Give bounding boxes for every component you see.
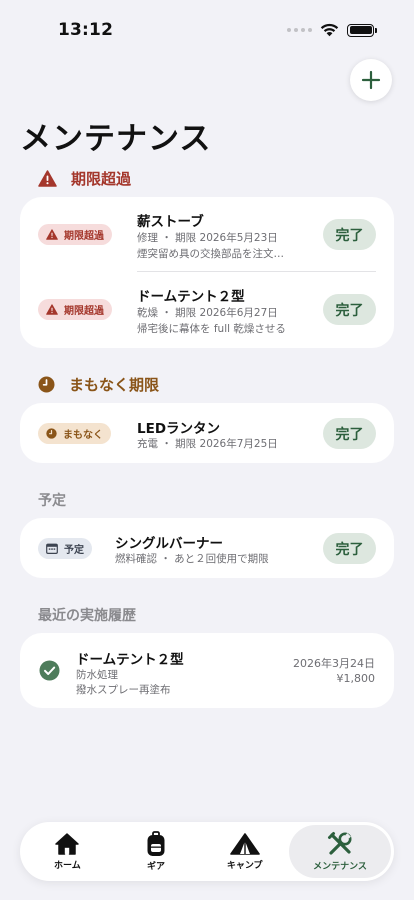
badge-label: まもなく — [63, 430, 103, 441]
overdue-card: 期限超過 薪ストーブ 修理 ・ 期限 2026年5月23日 煙突留め具の交換部品… — [20, 197, 394, 348]
item-note: 撥水スプレー再塗布 — [76, 684, 171, 696]
item-name: シングルバーナー — [115, 536, 223, 552]
tab-gear[interactable]: ギア — [112, 825, 201, 878]
list-item[interactable]: 予定 シングルバーナー 燃料確認 ・ あと２回使用で期限 完了 — [20, 518, 394, 578]
history-date: 2026年3月24日 — [293, 657, 375, 670]
status-badge: 予定 — [38, 538, 92, 559]
status-indicators — [287, 23, 377, 37]
section-title: 最近の実施履歴 — [38, 608, 136, 624]
page-title: メンテナンス — [20, 121, 212, 157]
section-title: 期限超過 — [71, 170, 132, 188]
done-button[interactable]: 完了 — [323, 418, 376, 449]
item-note: 煙突留め具の交換部品を注文… — [137, 248, 284, 260]
tab-bar: ホーム ギア キャンプ メンテナンス — [20, 822, 394, 881]
done-button[interactable]: 完了 — [323, 294, 376, 325]
backpack-icon — [147, 831, 165, 856]
tab-label: ホーム — [53, 861, 81, 871]
history-cost: ¥1,800 — [336, 672, 376, 685]
item-name: ドームテント２型 — [137, 289, 245, 305]
done-button[interactable]: 完了 — [323, 219, 376, 250]
tab-label: メンテナンス — [313, 862, 367, 872]
calendar-icon — [46, 543, 58, 554]
section-title: 予定 — [38, 493, 66, 509]
section-header-soon: まもなく期限 — [38, 374, 159, 395]
badge-label: 期限超過 — [64, 306, 104, 317]
tab-camp[interactable]: キャンプ — [200, 825, 289, 878]
history-meta: 2026年3月24日 ¥1,800 — [293, 656, 375, 686]
item-name: ドームテント２型 — [76, 652, 184, 668]
plus-icon — [361, 70, 381, 90]
badge-label: 期限超過 — [64, 231, 104, 242]
soon-card: まもなく LEDランタン 充電 ・ 期限 2026年7月25日 完了 — [20, 403, 394, 463]
planned-card: 予定 シングルバーナー 燃料確認 ・ あと２回使用で期限 完了 — [20, 518, 394, 578]
item-meta: 燃料確認 ・ あと２回使用で期限 — [115, 553, 269, 565]
signal-icon — [287, 28, 312, 32]
tab-label: ギア — [147, 862, 166, 872]
status-time: 13:12 — [58, 20, 114, 40]
tools-icon — [328, 832, 352, 855]
item-meta: 充電 ・ 期限 2026年7月25日 — [137, 438, 278, 450]
status-badge: 期限超過 — [38, 299, 112, 320]
house-icon — [55, 833, 80, 855]
status-bar: 13:12 — [0, 0, 414, 60]
battery-icon — [347, 23, 377, 37]
item-name: LEDランタン — [137, 421, 221, 437]
add-button[interactable] — [350, 59, 392, 101]
warning-icon — [38, 170, 57, 187]
item-meta: 防水処理 — [76, 669, 118, 681]
status-badge: 期限超過 — [38, 224, 112, 245]
badge-label: 予定 — [64, 545, 84, 556]
history-item[interactable]: ドームテント２型 防水処理 撥水スプレー再塗布 2026年3月24日 ¥1,80… — [20, 633, 394, 708]
list-item[interactable]: まもなく LEDランタン 充電 ・ 期限 2026年7月25日 完了 — [20, 403, 394, 463]
check-circle-icon — [39, 660, 60, 681]
section-header-planned: 予定 — [38, 490, 66, 510]
section-header-history: 最近の実施履歴 — [38, 605, 136, 625]
item-meta: 乾燥 ・ 期限 2026年6月27日 — [137, 307, 278, 319]
tab-home[interactable]: ホーム — [23, 825, 112, 878]
done-button[interactable]: 完了 — [323, 533, 376, 564]
clock-icon — [46, 428, 57, 439]
warning-icon — [46, 229, 58, 240]
warning-icon — [46, 304, 58, 315]
clock-icon — [38, 376, 55, 393]
item-name: 薪ストーブ — [137, 214, 204, 230]
list-item[interactable]: 期限超過 ドームテント２型 乾燥 ・ 期限 2026年6月27日 帰宅後に幕体を… — [20, 272, 394, 347]
tab-label: キャンプ — [226, 861, 263, 871]
history-card: ドームテント２型 防水処理 撥水スプレー再塗布 2026年3月24日 ¥1,80… — [20, 633, 394, 708]
wifi-icon — [320, 23, 339, 37]
list-item[interactable]: 期限超過 薪ストーブ 修理 ・ 期限 2026年5月23日 煙突留め具の交換部品… — [20, 197, 394, 272]
item-meta: 修理 ・ 期限 2026年5月23日 — [137, 232, 278, 244]
tab-maintenance[interactable]: メンテナンス — [289, 825, 391, 878]
tent-icon — [229, 833, 260, 855]
item-note: 帰宅後に幕体を full 乾燥させる — [137, 323, 286, 335]
status-badge: まもなく — [38, 423, 111, 444]
section-title: まもなく期限 — [69, 376, 160, 394]
section-header-overdue: 期限超過 — [38, 168, 131, 189]
